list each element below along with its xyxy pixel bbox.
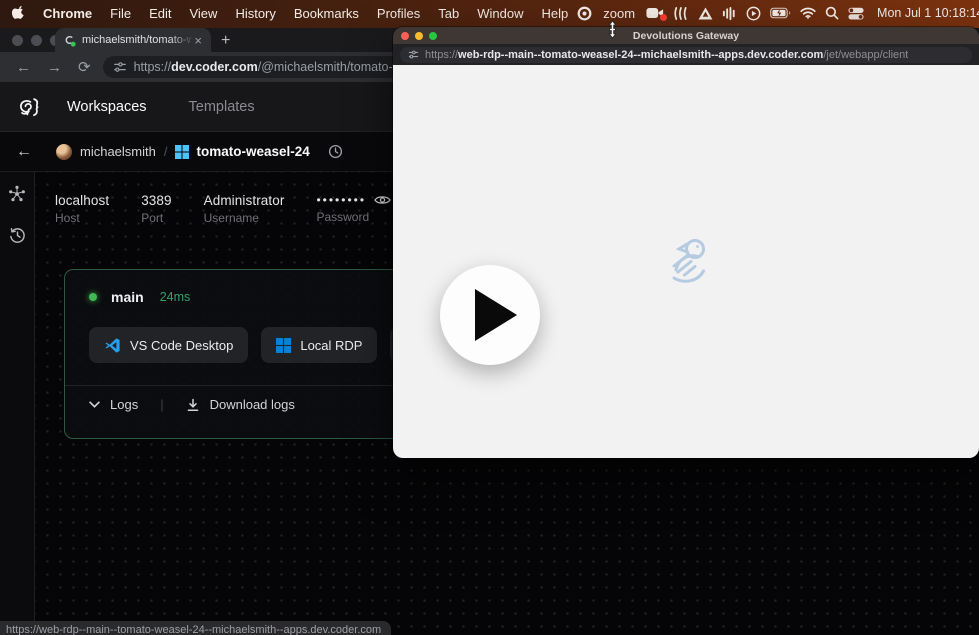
password-label: Password	[316, 210, 391, 224]
agent-status-dot	[89, 293, 97, 301]
menu-window[interactable]: Window	[468, 6, 532, 21]
username-label: Username	[204, 211, 285, 225]
minimize-window-button[interactable]	[31, 35, 42, 46]
menu-view[interactable]: View	[180, 6, 226, 21]
port-label: Port	[141, 211, 171, 225]
triangle-app-icon[interactable]	[698, 7, 713, 20]
host-field: localhost Host	[55, 193, 109, 225]
local-rdp-button[interactable]: Local RDP	[261, 327, 377, 363]
username-value[interactable]: Administrator	[204, 193, 285, 208]
vscode-icon	[104, 337, 121, 354]
devolutions-gateway-window[interactable]: Devolutions Gateway https://web-rdp--mai…	[393, 27, 979, 458]
windows-os-icon	[175, 145, 189, 159]
nav-templates[interactable]: Templates	[189, 99, 255, 115]
control-center-icon[interactable]	[848, 7, 864, 20]
close-window-button[interactable]	[12, 35, 23, 46]
chevron-down-icon[interactable]	[89, 401, 100, 408]
gateway-url-toolbar: https://web-rdp--main--tomato-weasel-24-…	[393, 44, 979, 65]
vs-code-desktop-button[interactable]: VS Code Desktop	[89, 327, 248, 363]
mouse-cursor-vertical-move	[606, 20, 619, 39]
menu-history[interactable]: History	[226, 6, 284, 21]
nav-workspaces[interactable]: Workspaces	[67, 99, 147, 115]
start-session-play-button[interactable]	[440, 265, 540, 365]
back-to-workspaces-button[interactable]: ←	[8, 143, 40, 161]
workspace-name[interactable]: tomato-weasel-24	[196, 144, 309, 159]
gateway-content	[393, 65, 979, 458]
back-button[interactable]: ←	[8, 59, 39, 76]
menu-chrome[interactable]: Chrome	[34, 6, 101, 21]
host-label: Host	[55, 211, 109, 225]
equalizer-icon[interactable]	[722, 6, 737, 21]
workspace-sidebar	[0, 172, 35, 635]
menu-bar-clock[interactable]: Mon Jul 1 10:18:14 AM	[877, 6, 979, 20]
logs-toggle[interactable]: Logs	[110, 397, 138, 412]
agent-latency: 24ms	[160, 290, 191, 304]
menu-help[interactable]: Help	[533, 6, 578, 21]
coder-nav-links: Workspaces Templates	[67, 99, 255, 115]
download-icon[interactable]	[186, 398, 200, 412]
battery-icon[interactable]	[770, 7, 791, 19]
wifi-icon[interactable]	[800, 7, 816, 19]
breadcrumb-username[interactable]: michaelsmith	[80, 144, 156, 159]
username-field: Administrator Username	[204, 193, 285, 225]
gateway-url-text: https://web-rdp--main--tomato-weasel-24-…	[425, 49, 908, 61]
gateway-title-bar[interactable]: Devolutions Gateway	[393, 27, 979, 44]
history-icon[interactable]	[8, 226, 27, 245]
logs-divider: |	[160, 397, 163, 412]
spotlight-search-icon[interactable]	[825, 6, 839, 20]
meeting-camera-icon[interactable]	[646, 6, 664, 20]
local-rdp-label: Local RDP	[300, 338, 362, 353]
play-icon	[475, 289, 517, 341]
agent-name: main	[111, 289, 144, 305]
site-settings-icon[interactable]	[113, 60, 127, 74]
breadcrumb-separator: /	[164, 144, 168, 159]
apple-icon[interactable]	[12, 5, 26, 21]
menu-bar-status-items: zoom Mon Jul 1 10:18:14 AM	[577, 6, 979, 21]
coder-logo[interactable]	[16, 94, 42, 120]
macos-menu-bar: Chrome File Edit View History Bookmarks …	[0, 0, 979, 26]
menu-tab[interactable]: Tab	[429, 6, 468, 21]
port-field: 3389 Port	[141, 193, 171, 225]
gateway-window-title: Devolutions Gateway	[393, 30, 979, 42]
audio-waves-icon[interactable]	[673, 6, 689, 21]
resources-topology-icon[interactable]	[7, 184, 27, 204]
tab-title-fade	[169, 28, 195, 52]
play-circle-icon[interactable]	[746, 6, 761, 21]
menu-file[interactable]: File	[101, 6, 140, 21]
download-logs-button[interactable]: Download logs	[210, 397, 295, 412]
new-tab-button[interactable]: +	[211, 30, 240, 52]
zoom-menu-label[interactable]: zoom	[601, 6, 637, 21]
host-value[interactable]: localhost	[55, 193, 109, 208]
password-value[interactable]: ••••••••	[316, 193, 366, 207]
menu-bookmarks[interactable]: Bookmarks	[285, 6, 368, 21]
schedule-clock-icon[interactable]	[328, 144, 343, 159]
browser-tab[interactable]: michaelsmith/tomato-weasel ×	[55, 28, 211, 52]
menu-edit[interactable]: Edit	[140, 6, 180, 21]
forward-button[interactable]: →	[39, 59, 70, 76]
notification-badge	[660, 14, 667, 21]
password-field: •••••••• Password	[316, 193, 391, 225]
devolutions-bird-logo	[661, 235, 713, 287]
reload-button[interactable]: ⟳	[70, 58, 99, 76]
coder-favicon	[63, 34, 76, 47]
screen-recording-icon[interactable]	[577, 6, 592, 21]
menu-profiles[interactable]: Profiles	[368, 6, 429, 21]
vs-code-desktop-label: VS Code Desktop	[130, 338, 233, 353]
gateway-site-settings-icon[interactable]	[408, 49, 419, 60]
link-preview-status: https://web-rdp--main--tomato-weasel-24-…	[0, 621, 391, 635]
windows-logo-icon	[276, 338, 291, 353]
gateway-address-bar[interactable]: https://web-rdp--main--tomato-weasel-24-…	[400, 47, 972, 63]
user-avatar[interactable]	[56, 144, 72, 160]
port-value[interactable]: 3389	[141, 193, 171, 208]
window-controls-inactive	[12, 35, 61, 46]
show-password-eye-icon[interactable]	[374, 194, 391, 206]
